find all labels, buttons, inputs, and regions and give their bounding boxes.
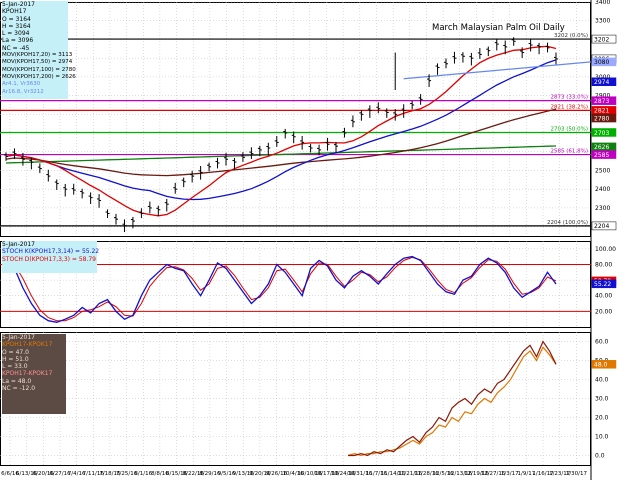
chart-canvas: 3202 (0.0%) 2873 (33.0%) 2821 (38.2%) 2703 … (0, 0, 617, 480)
trend-line (403, 61, 592, 80)
price-tick-label: 3300 (595, 18, 610, 25)
trend-legend-2: Ar16.8, Vr3212 (2, 88, 44, 95)
panel-frame-3 (0, 332, 591, 466)
value-badge-label: 2204 (594, 223, 609, 230)
value-badge-label: 2821 (594, 108, 609, 115)
fib-label: 2204 (100.0%) (547, 220, 588, 226)
spread-line-a (348, 340, 557, 457)
spread-line-b (347, 346, 557, 457)
grid-lines (0, 1, 591, 465)
value-badge-label: 3202 (594, 36, 609, 43)
value-badge-label: 2703 (594, 130, 609, 137)
value-badge-label: 3080 (594, 59, 609, 66)
value-badge-label: 48.0 (594, 362, 608, 369)
spread-tick-label: 20.0 (595, 415, 609, 422)
ma200-legend: MOV(KPOH17,200) = 2626 (2, 73, 76, 80)
value-badge-label: 2873 (594, 98, 609, 105)
info-high: H = 3164 (2, 22, 31, 30)
price-axis: 2200230024002500260027002800290030003100… (591, 0, 617, 460)
ma100-line (5, 108, 557, 177)
date-tick-label: 8/1/16 (134, 471, 152, 477)
spread-line-2: O = 47.0 (2, 348, 29, 356)
value-badge-label: 2585 (594, 152, 609, 159)
info-low: L = 3094 (2, 30, 30, 38)
ma20-legend: MOV(KPOH17,20) = 3113 (2, 52, 73, 59)
stoch-tick-label: 40.00 (595, 293, 612, 300)
info-open: O = 3164 (2, 15, 31, 23)
fib-label: 2703 (50.0%) (550, 126, 588, 132)
stoch-tick-label: 80.00 (595, 261, 612, 268)
spread-tick-label: 30.0 (595, 396, 609, 403)
spread-line-5: KPOH17-KPOK17 (2, 370, 53, 378)
fib-label: 2821 (38.2%) (550, 104, 588, 110)
info-last: La = 3096 (2, 37, 34, 45)
ma20-line (5, 45, 557, 217)
stoch-info-box: 5-Jan-2017 STOCH K(KPOH17,3,14) = 55.22 … (2, 241, 100, 273)
ma50-line (5, 59, 557, 201)
spread-line-7: NC = -12.0 (2, 385, 36, 393)
spread-line-3: H = 51.0 (2, 355, 29, 363)
trend-legend-1: Ar4.1, Vr3630 (2, 81, 41, 88)
price-tick-label: 2300 (595, 205, 610, 212)
fib-label: 2585 (61.8%) (550, 149, 588, 155)
spread-panel (347, 340, 557, 457)
panel-frame-1 (0, 2, 591, 237)
value-badge-label: 2626 (594, 144, 609, 151)
price-info-box: 5-Jan-2017 KPOH17 O = 3164 H = 3164 L = … (2, 1, 76, 99)
value-badge-label: 55.22 (594, 281, 611, 288)
date-tick-label: 1/30/17 (566, 471, 588, 477)
spread-info-box: 5-Jan-2017 KPOH17-KPOK17 O = 47.0 H = 51… (2, 334, 66, 414)
stoch-d-legend: STOCH D(KPOH17,3,3) = 58.79 (2, 255, 96, 263)
spread-tick-label: 40.0 (595, 377, 609, 384)
info-symbol: KPOH17 (2, 8, 27, 16)
panel-frames (0, 0, 592, 480)
info-date: 5-Jan-2017 (2, 1, 35, 8)
spread-date: 5-Jan-2017 (2, 334, 35, 341)
ma50-legend: MOV(KPOH17,50) = 2974 (2, 59, 73, 66)
price-panel: 3202 (0.0%) 2873 (33.0%) 2821 (38.2%) 2703 … (0, 33, 592, 233)
spread-tick-label: 60.0 (595, 339, 609, 346)
stoch-tick-label: 20.00 (595, 308, 612, 315)
stoch-tick-label: 100.00 (595, 246, 616, 253)
spread-tick-label: 0.0 (595, 453, 605, 460)
price-tick-label: 2400 (595, 186, 610, 193)
info-net-change: NC = -45 (2, 44, 30, 52)
fib-label: 2873 (33.0%) (550, 95, 588, 101)
spread-tick-label: 10.0 (595, 434, 609, 441)
ma100-legend: MOV(KPOH17,100) = 2780 (2, 66, 76, 73)
price-tick-label: 2500 (595, 167, 610, 174)
value-badge-label: 2780 (594, 115, 609, 122)
stoch-k-legend: STOCH K(KPOH17,3,14) = 55.22 (2, 248, 100, 256)
date-tick-label: 1/3/17 (501, 471, 519, 477)
date-axis: 6/6/166/13/166/20/166/27/167/4/167/11/16… (1, 471, 587, 477)
stoch-date: 5-Jan-2017 (2, 241, 35, 248)
spread-line-4: L = 33.0 (2, 363, 28, 371)
spread-line-6: La = 48.0 (2, 377, 32, 385)
fib-label: 3202 (0.0%) (554, 33, 588, 39)
price-tick-label: 3400 (595, 0, 610, 6)
spread-line-1: KPOH17-KPOK17 (2, 341, 53, 349)
value-badge-label: 2974 (594, 79, 609, 86)
chart-title: March Malaysian Palm Oil Daily (432, 23, 565, 33)
